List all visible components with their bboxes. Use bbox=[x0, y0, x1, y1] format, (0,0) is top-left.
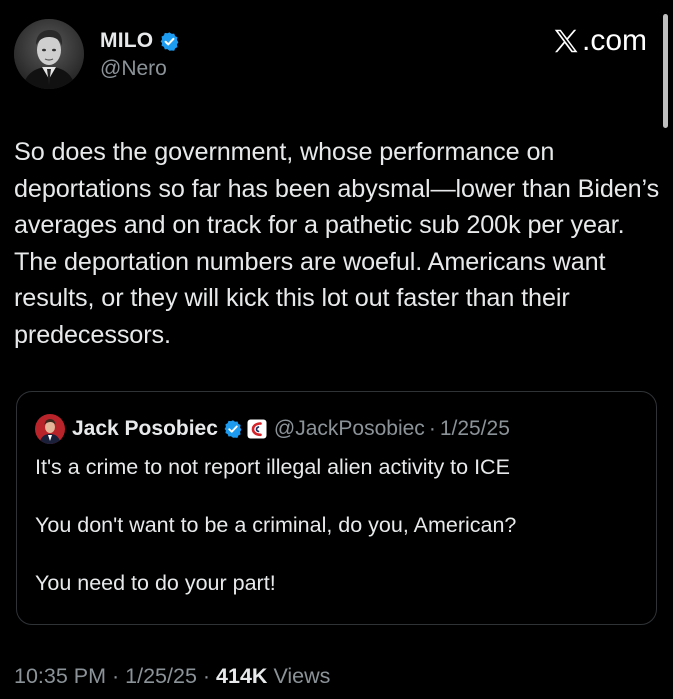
author-name[interactable]: MILO bbox=[100, 29, 153, 53]
brand-label: .com bbox=[581, 24, 647, 57]
quote-author-avatar[interactable] bbox=[35, 414, 65, 444]
tweet-time[interactable]: 10:35 PM bbox=[14, 664, 106, 688]
quote-author-name[interactable]: Jack Posobiec bbox=[72, 417, 218, 441]
verified-badge-icon bbox=[223, 419, 243, 439]
avatar-photo bbox=[14, 19, 84, 89]
tweet-meta: 10:35 PM · 1/25/25 · 414K Views bbox=[14, 664, 330, 689]
separator-dot: · bbox=[428, 417, 436, 440]
views-label: Views bbox=[273, 664, 331, 688]
quote-paragraph: You need to do your part! bbox=[35, 571, 276, 595]
quote-body: It's a crime to not report illegal alien… bbox=[35, 452, 645, 626]
separator-dot: · bbox=[202, 664, 211, 688]
views-count: 414K bbox=[216, 664, 268, 688]
tweet-date[interactable]: 1/25/25 bbox=[125, 664, 197, 688]
scrollbar[interactable] bbox=[663, 14, 668, 128]
quoted-tweet-card[interactable]: Jack Posobiec @JackPosobiec · 1/25/25 It… bbox=[16, 391, 657, 625]
author-handle[interactable]: @Nero bbox=[100, 57, 167, 81]
brand-watermark: .com bbox=[551, 24, 647, 58]
quote-author-handle[interactable]: @JackPosobiec bbox=[274, 417, 425, 441]
quote-paragraph: You don't want to be a criminal, do you,… bbox=[35, 513, 517, 537]
author-name-row[interactable]: MILO bbox=[100, 26, 180, 56]
quote-date[interactable]: 1/25/25 bbox=[440, 417, 510, 441]
quote-paragraph: It's a crime to not report illegal alien… bbox=[35, 455, 510, 479]
separator-dot: · bbox=[112, 664, 120, 688]
author-avatar[interactable] bbox=[14, 19, 84, 89]
affiliate-badge-icon[interactable] bbox=[247, 419, 267, 439]
quote-header: Jack Posobiec @JackPosobiec · 1/25/25 bbox=[35, 414, 510, 444]
tweet-text: So does the government, whose performanc… bbox=[14, 138, 660, 349]
verified-badge-icon bbox=[159, 31, 180, 52]
x-logo-icon bbox=[551, 26, 581, 56]
